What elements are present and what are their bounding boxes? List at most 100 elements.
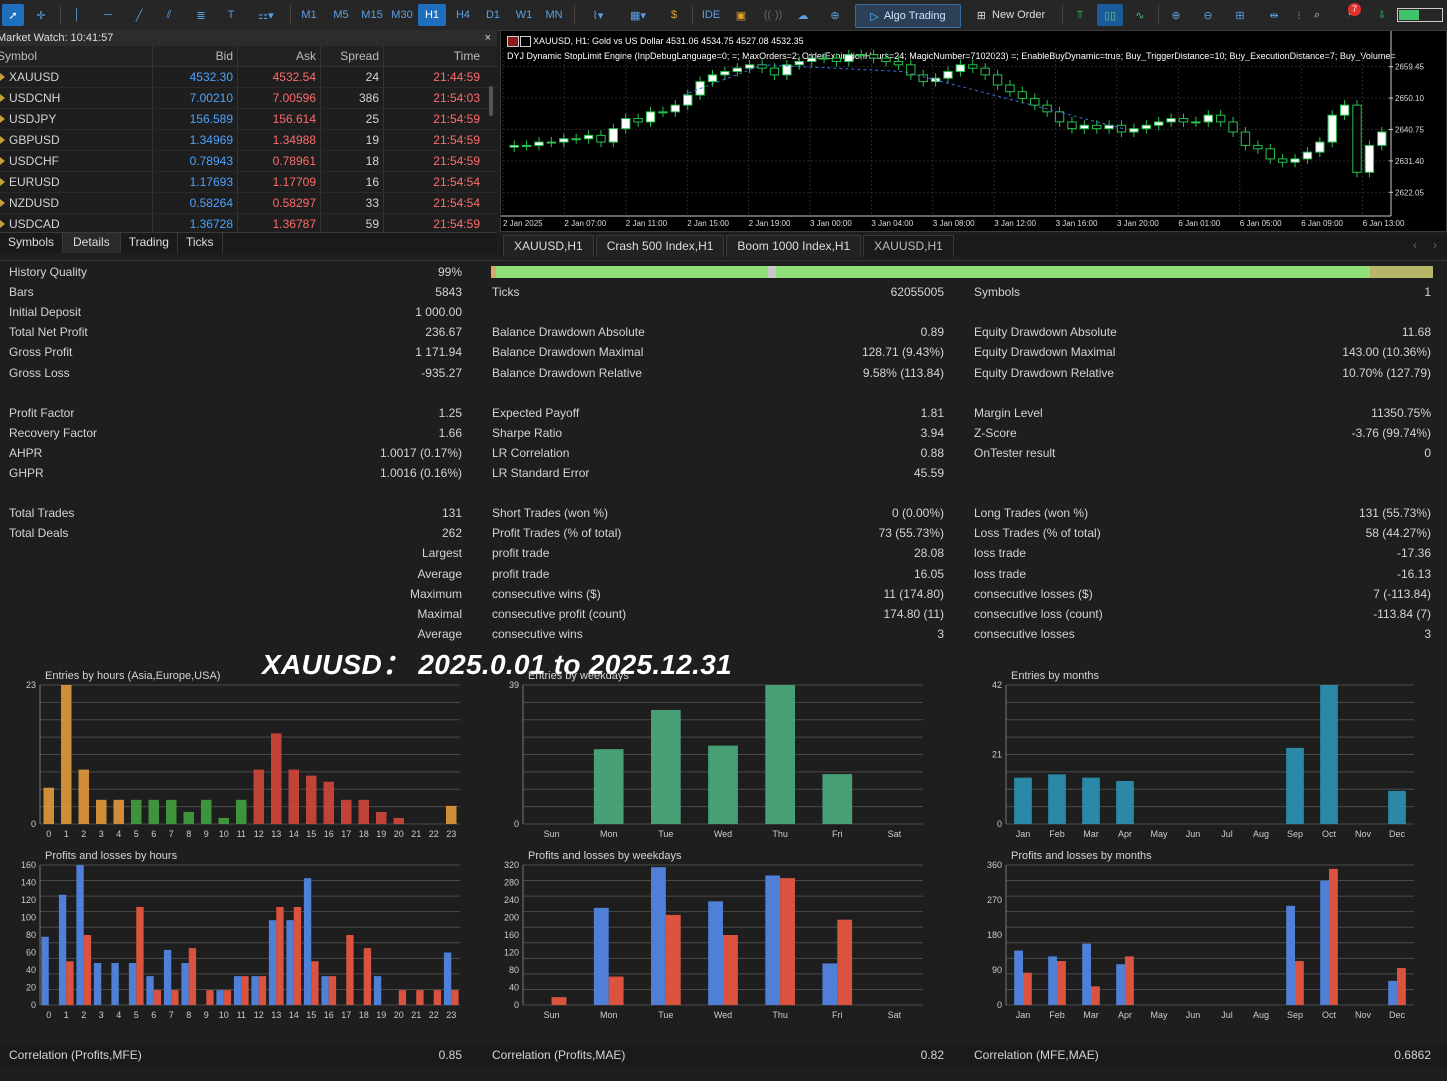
horizontal-line-icon[interactable]: ─ <box>96 4 120 26</box>
candlestick-icon[interactable]: ▯▯ <box>1097 4 1123 26</box>
notifications-icon[interactable]: ◔ 7 <box>1336 3 1362 26</box>
scrollbar-thumb[interactable] <box>489 86 493 116</box>
vps-icon[interactable]: ⊕ <box>822 4 848 26</box>
bar <box>593 749 624 824</box>
ide-button[interactable]: IDE <box>698 4 724 26</box>
stat-label: OnTester result <box>974 445 1056 460</box>
x-tick-label: Sat <box>888 1010 902 1020</box>
level-icon[interactable]: ⇩ <box>1372 4 1392 26</box>
y-tick-label: 0 <box>997 819 1002 829</box>
new-order-button[interactable]: ⊞ New Order <box>966 4 1056 26</box>
cursor-icon[interactable]: ➚ <box>2 4 24 26</box>
algo-trading-button[interactable]: ▷ Algo Trading <box>855 4 961 28</box>
candle-body <box>1253 144 1263 150</box>
fibonacci-icon[interactable]: ≣ <box>190 4 212 26</box>
market-watch-row[interactable]: XAUUSD 4532.30 4532.54 24 21:44:59 <box>0 67 497 88</box>
market-watch-row[interactable]: NZDUSD 0.58264 0.58297 33 21:54:54 <box>0 193 497 214</box>
profit-bar <box>268 920 277 1005</box>
tab-details[interactable]: Details <box>63 233 121 253</box>
text-icon[interactable]: T <box>220 4 242 26</box>
col-spread[interactable]: Spread <box>321 46 384 66</box>
market-watch-row[interactable]: USDJPY 156.589 156.614 25 21:54:59 <box>0 109 497 130</box>
x-tick-label: 20 <box>394 1010 404 1020</box>
price-chart[interactable]: XAUUSD, H1: Gold vs US Dollar 4531.06 45… <box>500 30 1447 232</box>
x-tick-label: 0 <box>46 1010 51 1020</box>
loss-bar <box>1057 961 1066 1005</box>
scroll-chart-icon[interactable]: ⇹ <box>1262 4 1286 26</box>
candle-body <box>1228 121 1238 133</box>
dollar-icon[interactable]: $ <box>662 4 686 26</box>
market-watch-row[interactable]: USDCNH 7.00210 7.00596 386 21:54:03 <box>0 88 497 109</box>
chart-tab-crash500[interactable]: Crash 500 Index,H1 <box>595 235 725 257</box>
col-symbol[interactable]: Symbol <box>0 46 153 66</box>
cloud-icon[interactable]: ☁ <box>792 4 814 26</box>
tab-symbols[interactable]: Symbols <box>0 233 64 253</box>
loss-bar <box>241 976 249 1005</box>
chart-tab-xauusd[interactable]: XAUUSD,H1 <box>503 235 594 257</box>
tabs-scroll-right-icon[interactable]: › <box>1433 238 1437 252</box>
profit-bar <box>373 976 382 1005</box>
tf-m1-button[interactable]: M1 <box>296 4 322 26</box>
candle-body <box>943 71 953 79</box>
chart-tab-xauusd-2[interactable]: XAUUSD,H1 <box>863 235 954 257</box>
chart-type-icon[interactable]: ⌇▾ <box>580 4 616 26</box>
col-ask[interactable]: Ask <box>238 46 321 66</box>
candle-body <box>794 60 804 66</box>
tab-ticks[interactable]: Ticks <box>178 233 223 253</box>
channel-icon[interactable]: ⫽ <box>158 4 180 26</box>
indicators-icon[interactable]: ▦▾ <box>620 4 656 26</box>
tf-d1-button[interactable]: D1 <box>480 4 506 26</box>
y-tick-label: 320 <box>504 860 519 870</box>
symbol-icon <box>0 199 5 207</box>
x-tick-label: 9 <box>204 1010 209 1020</box>
tf-h4-button[interactable]: H4 <box>450 4 476 26</box>
crosshair-icon[interactable]: ✛ <box>30 4 52 26</box>
trendline-icon[interactable]: ╱ <box>128 4 150 26</box>
profit-bar <box>181 963 189 1005</box>
tf-m30-button[interactable]: M30 <box>388 4 416 26</box>
x-tick-label: 18 <box>359 829 369 839</box>
tf-w1-button[interactable]: W1 <box>510 4 538 26</box>
x-tick-label: Aug <box>1253 829 1269 839</box>
shapes-icon[interactable]: ⚏▾ <box>250 4 282 26</box>
bar-chart-icon[interactable]: ⫪ <box>1068 4 1092 26</box>
x-tick-label: Apr <box>1118 1010 1132 1020</box>
chart-tab-boom1000[interactable]: Boom 1000 Index,H1 <box>726 235 862 257</box>
tile-windows-icon[interactable]: ⊞ <box>1228 4 1252 26</box>
play-icon: ▷ <box>870 10 879 23</box>
col-time[interactable]: Time <box>384 46 484 66</box>
search-icon[interactable]: ⌕ <box>1306 4 1328 26</box>
line-chart-icon[interactable]: ∿ <box>1128 4 1152 26</box>
candle-body <box>881 57 891 62</box>
x-tick-label: 2 <box>81 1010 86 1020</box>
zoom-in-icon[interactable]: ⊕ <box>1164 4 1188 26</box>
x-tick-label: Jul <box>1221 1010 1233 1020</box>
tf-m5-button[interactable]: M5 <box>328 4 354 26</box>
candle-body <box>1352 104 1362 173</box>
zoom-out-icon[interactable]: ⊖ <box>1196 4 1220 26</box>
vertical-line-icon[interactable]: │ <box>66 4 88 26</box>
ask-cell: 7.00596 <box>238 88 321 108</box>
close-icon[interactable]: × <box>485 30 491 46</box>
x-tick-label: 1 <box>64 829 69 839</box>
stat-value: 9.58% (113.84) <box>862 365 944 380</box>
loss-bar <box>66 961 74 1005</box>
tf-m15-button[interactable]: M15 <box>358 4 386 26</box>
bar <box>1320 685 1338 824</box>
tf-mn-button[interactable]: MN <box>540 4 568 26</box>
signal-icon[interactable]: ((·)) <box>760 4 786 26</box>
stat-label: Equity Drawdown Maximal <box>974 345 1116 360</box>
tabs-scroll-left-icon[interactable]: ‹ <box>1413 238 1417 252</box>
market-watch-row[interactable]: EURUSD 1.17693 1.17709 16 21:54:54 <box>0 172 497 193</box>
tab-trading[interactable]: Trading <box>121 233 178 253</box>
col-bid[interactable]: Bid <box>153 46 238 66</box>
market-watch-row[interactable]: USDCHF 0.78943 0.78961 18 21:54:59 <box>0 151 497 172</box>
tf-h1-button[interactable]: H1 <box>418 4 446 26</box>
symbol-name: USDCAD <box>9 217 60 231</box>
market-bag-icon[interactable]: ▣ <box>730 4 752 26</box>
toolbar-separator <box>692 5 693 25</box>
bar <box>376 811 387 824</box>
market-watch-row[interactable]: GBPUSD 1.34969 1.34988 19 21:54:59 <box>0 130 497 151</box>
profit-bar <box>1320 880 1329 1005</box>
y-tick-label: 120 <box>504 948 519 958</box>
